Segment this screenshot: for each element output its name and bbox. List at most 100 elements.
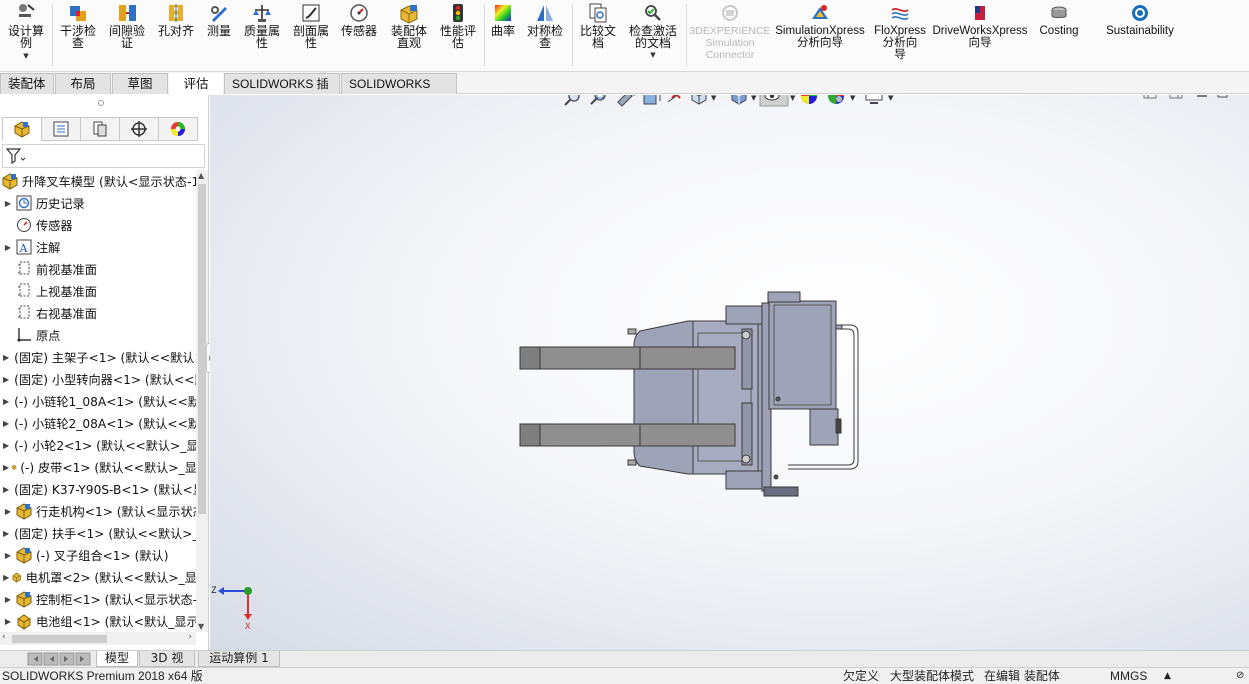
tree-item[interactable]: ▶ (固定) 小型转向器<1> (默认<<默认>_显示状态 1>) — [0, 368, 196, 390]
symmetry-check-button[interactable]: 对称检 查 — [522, 2, 568, 49]
tree-item[interactable]: ▶ 电池组<1> (默认<默认_显示状态 1>) — [0, 610, 196, 632]
expand-arrow-icon[interactable]: ▶ — [3, 573, 9, 582]
compare-documents-button[interactable]: 比较文 档 — [575, 2, 621, 49]
expand-arrow-icon[interactable]: ▶ — [3, 551, 13, 560]
tab-motion-study-1[interactable]: 运动算例 1 — [198, 651, 280, 667]
tab-solidworks-addins[interactable]: SOLIDWORKS 插件 — [224, 73, 340, 111]
hole-alignment-button[interactable]: 孔对齐 — [154, 2, 198, 37]
check-active-document-button[interactable]: 检查激活 的文档 ▼ — [624, 2, 682, 59]
scroll-right-icon[interactable]: › — [188, 632, 192, 642]
expand-arrow-icon[interactable]: ▶ — [3, 397, 9, 406]
expand-arrow-icon[interactable]: ▶ — [3, 485, 9, 494]
tab-solidworks-mbd[interactable]: SOLIDWORKS MBD — [341, 73, 457, 111]
tab-display-manager[interactable] — [158, 117, 198, 141]
costing-button[interactable]: Costing — [1034, 2, 1084, 37]
simulationxpress-button[interactable]: SimulationXpress 分析向导 — [773, 2, 867, 49]
tree-root-assembly[interactable]: 升降叉车模型 (默认<显示状态-1>) — [0, 170, 196, 192]
expand-arrow-icon[interactable]: ▶ — [3, 419, 9, 428]
view-settings-icon[interactable]: ▼ — [865, 95, 894, 104]
tree-item[interactable]: ▶ (-) 小链轮2_08A<1> (默认<<默认>_显示状态 1>) — [0, 412, 196, 434]
design-study-button[interactable]: 设计算 例 ▼ — [4, 2, 48, 60]
expand-arrow-icon[interactable]: ▶ — [3, 199, 13, 208]
tree-item[interactable]: 传感器 — [0, 214, 196, 236]
scrollbar-thumb[interactable] — [198, 184, 206, 514]
expand-arrow-icon[interactable]: ▶ — [3, 617, 13, 626]
tree-vertical-scrollbar[interactable]: ▲ ▼ — [196, 170, 208, 632]
hide-show-items-icon[interactable]: ▼ — [759, 95, 796, 107]
performance-evaluation-button[interactable]: 性能评 估 — [435, 2, 481, 49]
expand-arrow-icon[interactable]: ▶ — [3, 529, 9, 538]
tab-propertymanager[interactable] — [41, 117, 81, 141]
scroll-down-icon[interactable]: ▼ — [198, 622, 204, 631]
scroll-left-icon[interactable]: ‹ — [2, 632, 6, 642]
tab-navigation-arrows[interactable] — [27, 652, 91, 666]
tree-item[interactable]: 原点 — [0, 324, 196, 346]
chevron-up-icon[interactable]: ▲ — [1164, 668, 1171, 684]
display-style-icon[interactable]: ▼ — [731, 95, 757, 105]
3dexperience-simulation-connector-button[interactable]: 3DEXPERIENCE Simulation Connector — [689, 2, 771, 61]
dynamic-annotation-icon[interactable] — [667, 95, 684, 103]
interference-check-button[interactable]: 干涉检 查 — [56, 2, 100, 49]
expand-arrow-icon[interactable]: ▶ — [3, 353, 9, 362]
clearance-verification-button[interactable]: 间隙验 证 — [105, 2, 149, 49]
tab-featuremanager[interactable] — [2, 117, 42, 141]
zoom-to-area-icon[interactable] — [590, 95, 606, 105]
expand-arrow-icon[interactable]: ▶ — [3, 507, 13, 516]
driveworksxpress-button[interactable]: DriveWorksXpress 向导 — [932, 2, 1028, 49]
tree-item[interactable]: ▶ (-) 小轮2<1> (默认<<默认>_显示状态 1>) — [0, 434, 196, 456]
expand-arrow-icon[interactable]: ▶ — [3, 463, 9, 472]
restore-icon[interactable] — [1217, 95, 1230, 98]
measure-button[interactable]: 测量 — [198, 2, 240, 37]
sensor-button[interactable]: 传感器 — [336, 2, 382, 37]
tab-dimxpert[interactable] — [119, 117, 159, 141]
tree-item[interactable]: ▶ (固定) K37-Y90S-B<1> (默认<显示状态-1>) — [0, 478, 196, 500]
tab-layout[interactable]: 布局 — [55, 73, 111, 94]
assemblyxpert-button[interactable]: 装配体 直观 — [386, 2, 432, 49]
expand-arrow-icon[interactable]: ▶ — [3, 375, 9, 384]
tree-item[interactable]: ▶ 电机罩<2> (默认<<默认>_显示状态 1>) — [0, 566, 196, 588]
tab-assembly[interactable]: 装配体 — [0, 73, 54, 94]
tree-item[interactable]: ▶ 控制柜<1> (默认<显示状态-1>) — [0, 588, 196, 610]
tree-item[interactable]: ▶ 历史记录 — [0, 192, 196, 214]
view-orientation-icon[interactable]: ▼ — [691, 95, 717, 105]
scroll-up-icon[interactable]: ▲ — [198, 171, 204, 180]
tree-item[interactable]: ▶ (-) 叉子组合<1> (默认) — [0, 544, 196, 566]
tab-model[interactable]: 模型 — [96, 651, 138, 667]
graphics-area[interactable]: ▼ ▼ ▼ ▼ ▼ Z X — [210, 95, 1249, 650]
expand-arrow-icon[interactable]: ▶ — [3, 441, 9, 450]
expand-arrow-icon[interactable]: ▶ — [3, 595, 13, 604]
section-properties-button[interactable]: 剖面属 性 — [289, 2, 333, 49]
tree-item[interactable]: ▶ (固定) 扶手<1> (默认<<默认>_显示状态 1>) — [0, 522, 196, 544]
curvature-button[interactable]: 曲率 — [486, 2, 520, 37]
collapse-right-icon[interactable] — [1169, 95, 1183, 99]
panel-grip-icon[interactable] — [98, 100, 104, 106]
viewport-window-controls[interactable] — [1142, 95, 1242, 103]
tree-horizontal-scrollbar[interactable]: ‹ › — [0, 632, 196, 645]
tree-item[interactable]: ▶ 行走机构<1> (默认<显示状态-1>) — [0, 500, 196, 522]
tab-sketch[interactable]: 草图 — [112, 73, 168, 94]
tree-item[interactable]: ▶ (固定) 主架子<1> (默认<<默认>_显示状态 1>) — [0, 346, 196, 368]
tree-item[interactable]: 上视基准面 — [0, 280, 196, 302]
floxpress-button[interactable]: FloXpress 分析向 导 — [872, 2, 928, 61]
collapse-left-icon[interactable] — [1143, 95, 1157, 99]
tree-item[interactable]: ▶ (-) 皮带<1> (默认<<默认>_显示状态 1>) — [0, 456, 196, 478]
scrollbar-thumb[interactable] — [12, 635, 107, 643]
unit-system[interactable]: MMGS — [1110, 668, 1147, 684]
tree-item[interactable]: 右视基准面 — [0, 302, 196, 324]
sustainability-button[interactable]: Sustainability — [1100, 2, 1180, 37]
mass-properties-button[interactable]: 质量属 性 — [240, 2, 284, 49]
apply-scene-icon[interactable]: ▼ — [828, 95, 856, 104]
tree-item[interactable]: ▶ (-) 小链轮1_08A<1> (默认<<默认>_显示状态 1>) — [0, 390, 196, 412]
edit-appearance-icon[interactable] — [801, 95, 817, 104]
tab-evaluate[interactable]: 评估 — [169, 73, 223, 94]
tree-filter-bar[interactable] — [2, 144, 205, 168]
section-view-icon[interactable] — [643, 95, 661, 105]
heads-up-view-toolbar[interactable]: ▼ ▼ ▼ ▼ ▼ — [562, 95, 922, 108]
tree-item[interactable]: ▶ A 注解 — [0, 236, 196, 258]
tree-item[interactable]: 前视基准面 — [0, 258, 196, 280]
previous-view-icon[interactable] — [617, 95, 635, 107]
expand-arrow-icon[interactable]: ▶ — [3, 243, 13, 252]
tab-configurationmanager[interactable] — [80, 117, 120, 141]
tab-3d-view[interactable]: 3D 视图 — [139, 651, 195, 680]
forklift-model[interactable] — [510, 291, 870, 503]
